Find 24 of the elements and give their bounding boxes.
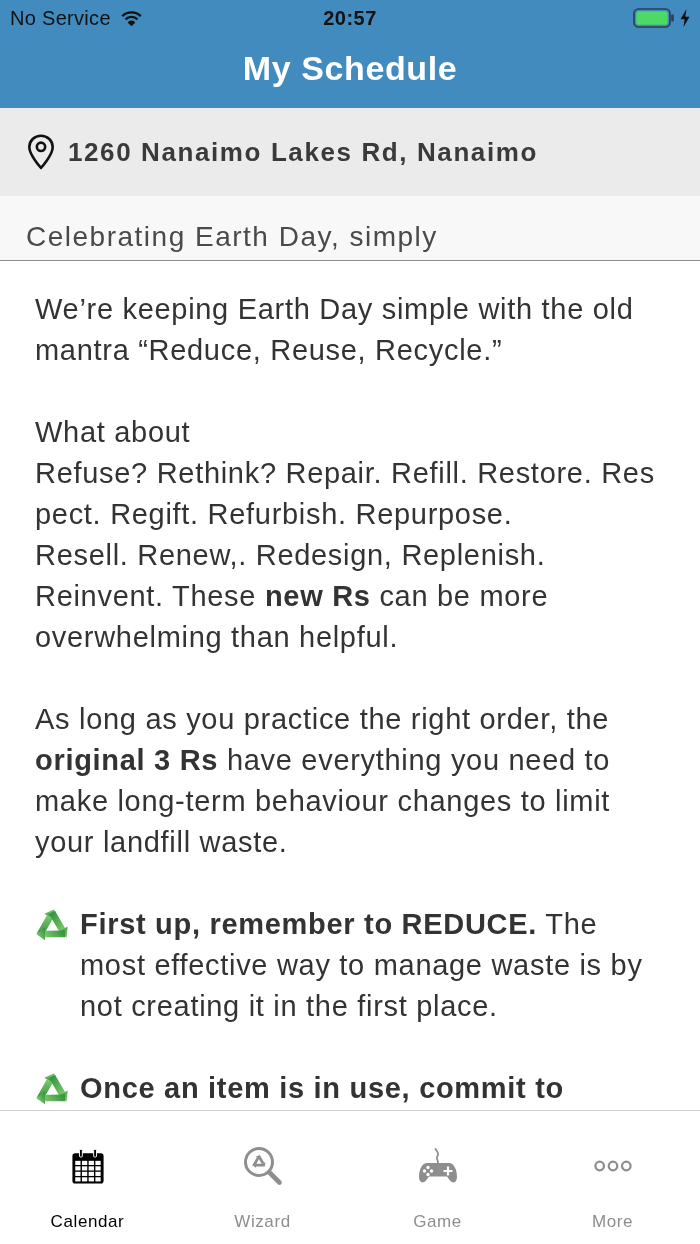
paragraph-text: We’re keeping Earth Day simple with the old mantra “Reduce, Reuse, Recycle.” xyxy=(35,293,634,366)
location-pin-icon xyxy=(27,134,55,170)
gamepad-icon xyxy=(417,1148,458,1184)
recycle-icon xyxy=(35,908,70,941)
page-title: My Schedule xyxy=(242,48,458,88)
paragraph-text: Once an item is in use, commit to xyxy=(80,1071,564,1106)
tab-button[interactable]: Wizard xyxy=(175,1111,350,1244)
carrier-label: No Service xyxy=(10,6,111,30)
tab-button[interactable]: More xyxy=(525,1111,700,1244)
address-selector[interactable]: 1260 Nanaimo Lakes Rd, Nanaimo xyxy=(0,108,700,196)
clock-label: 20:57 xyxy=(323,6,377,30)
calendar-icon xyxy=(70,1147,105,1185)
recycle-icon xyxy=(35,1072,70,1105)
article-title: Celebrating Earth Day, simply xyxy=(26,221,438,252)
battery-icon xyxy=(633,8,674,28)
paragraph-text: What about Refuse? Rethink? Repair. Refill. Restore. Res pect. Regift. Refurbish. Repurpose. Resell. Renew,. Redesign, Replenish. Reinvent. These new Rs can be more overwhelming than helpful. xyxy=(35,416,655,653)
paragraph-text: As long as you practice the right order, the original 3 Rs have everything you need to make long-term behaviour changes to limit your landfill waste. xyxy=(35,703,611,858)
tab-button[interactable]: Calendar xyxy=(0,1111,175,1244)
more-icon xyxy=(593,1160,632,1172)
magnifier-recycle-icon xyxy=(242,1146,283,1186)
tab-button[interactable]: Game xyxy=(350,1111,525,1244)
charging-bolt-icon xyxy=(680,9,690,27)
paragraph-text: First up, remember to REDUCE. The most effective way to manage waste is by not creating it in the first place. xyxy=(80,907,643,1024)
wifi-icon xyxy=(120,10,142,26)
